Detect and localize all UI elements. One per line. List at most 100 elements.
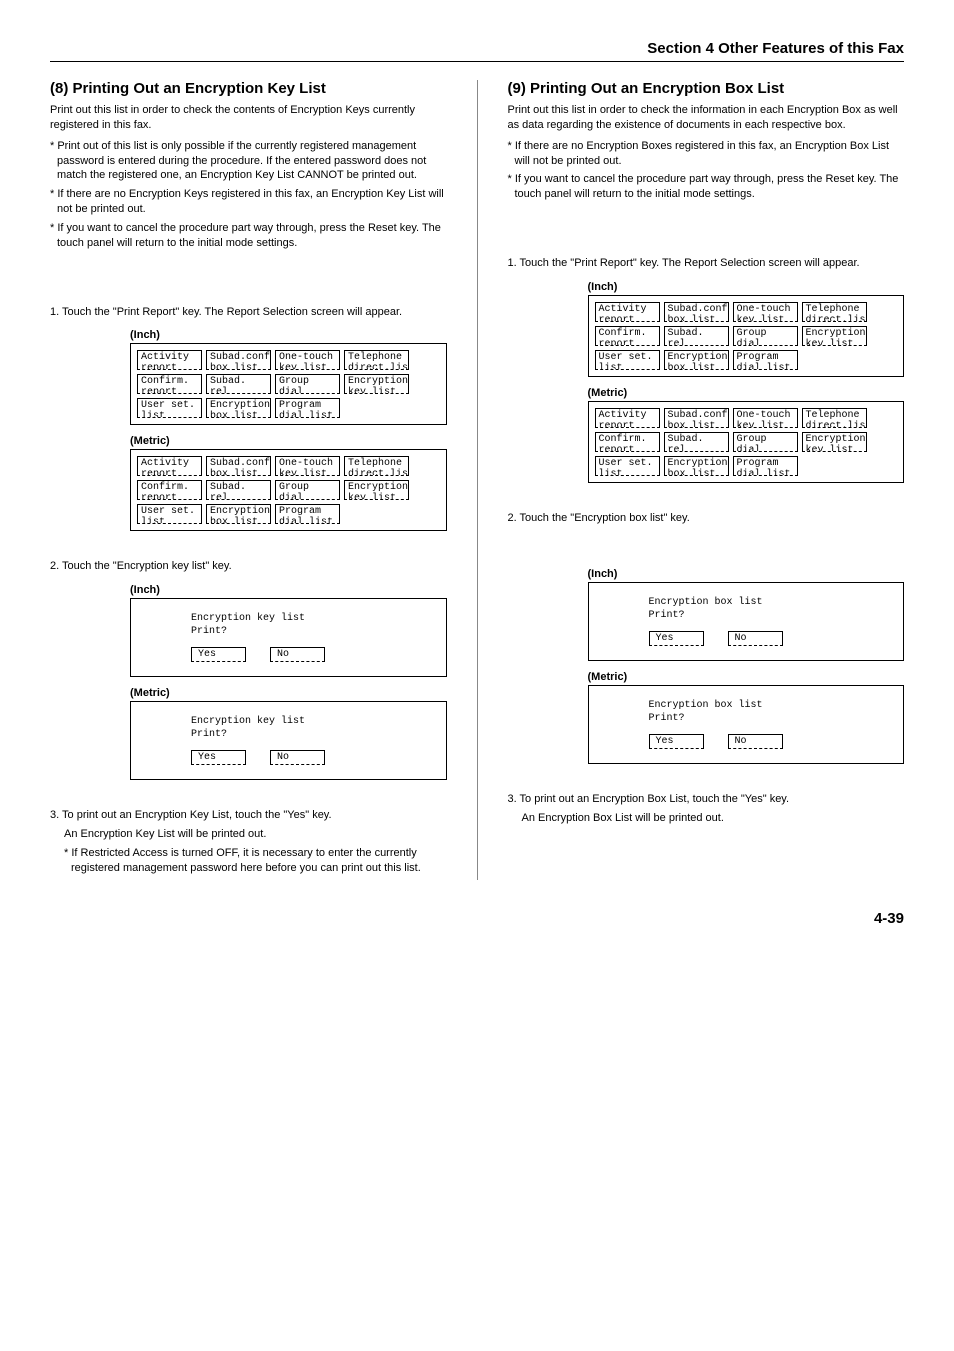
panel-btn[interactable]: One-touch key list <box>275 456 340 476</box>
right-inch-label-1: (Inch) <box>588 281 905 293</box>
left-step-2: 2. Touch the "Encryption key list" key. <box>50 559 447 574</box>
panel-btn[interactable]: Subad.conf box list <box>206 456 271 476</box>
panel-btn[interactable]: Encryption box list <box>664 350 729 370</box>
panel-btn[interactable]: Program dial list <box>275 504 340 524</box>
panel-btn[interactable]: Activity report <box>595 302 660 322</box>
right-note-2: * If you want to cancel the procedure pa… <box>508 172 905 202</box>
left-step-3: 3. To print out an Encryption Key List, … <box>50 808 447 823</box>
panel-btn[interactable]: Confirm. report <box>595 326 660 346</box>
right-confirm-panel-inch: Encryption box list Print? Yes No <box>588 582 905 661</box>
panel-btn[interactable]: Program dial list <box>275 398 340 418</box>
no-button[interactable]: No <box>728 734 783 749</box>
right-intro: Print out this list in order to check th… <box>508 103 905 133</box>
left-note-2: * If there are no Encryption Keys regist… <box>50 187 447 217</box>
left-step-3b: An Encryption Key List will be printed o… <box>50 827 447 842</box>
confirm-line1: Encryption box list <box>649 597 844 608</box>
panel-btn[interactable]: Subad. rel box list <box>664 432 729 452</box>
panel-btn[interactable]: Group dial List <box>275 480 340 500</box>
panel-btn[interactable]: Activity report <box>137 456 202 476</box>
panel-btn[interactable]: Program dial list <box>733 456 798 476</box>
right-metric-label-1: (Metric) <box>588 387 905 399</box>
confirm-line2: Print? <box>191 626 386 637</box>
panel-btn[interactable]: Subad.conf box list <box>664 408 729 428</box>
panel-btn[interactable]: Encryption box list <box>206 504 271 524</box>
right-step-3b: An Encryption Box List will be printed o… <box>508 811 905 826</box>
panel-btn[interactable]: Telephone direct.list <box>344 350 409 370</box>
left-step-1: 1. Touch the "Print Report" key. The Rep… <box>50 305 447 320</box>
yes-button[interactable]: Yes <box>191 647 246 662</box>
left-inch-label-2: (Inch) <box>130 584 447 596</box>
left-confirm-panel-inch: Encryption key list Print? Yes No <box>130 598 447 677</box>
confirm-line1: Encryption key list <box>191 716 386 727</box>
panel-btn[interactable]: Group dial List <box>733 326 798 346</box>
panel-btn[interactable]: User set. list <box>137 398 202 418</box>
panel-btn[interactable]: Encryption key list <box>344 480 409 500</box>
right-step-3: 3. To print out an Encryption Box List, … <box>508 792 905 807</box>
panel-btn[interactable]: Subad. rel box list <box>206 374 271 394</box>
yes-button[interactable]: Yes <box>191 750 246 765</box>
panel-btn[interactable]: One-touch key list <box>733 408 798 428</box>
confirm-line1: Encryption key list <box>191 613 386 624</box>
no-button[interactable]: No <box>270 647 325 662</box>
right-note-1: * If there are no Encryption Boxes regis… <box>508 139 905 169</box>
panel-btn[interactable]: Activity report <box>137 350 202 370</box>
panel-btn[interactable]: Activity report <box>595 408 660 428</box>
panel-btn[interactable]: Confirm. report <box>137 480 202 500</box>
no-button[interactable]: No <box>728 631 783 646</box>
panel-btn[interactable]: Subad.conf box list <box>206 350 271 370</box>
left-report-panel-metric: Activity report Subad.conf box list One-… <box>130 449 447 531</box>
left-confirm-panel-metric: Encryption key list Print? Yes No <box>130 701 447 780</box>
confirm-line2: Print? <box>191 729 386 740</box>
panel-btn[interactable]: User set. list <box>137 504 202 524</box>
column-divider <box>477 80 478 880</box>
two-column-layout: (8) Printing Out an Encryption Key List … <box>50 80 904 880</box>
panel-btn[interactable]: Subad.conf box list <box>664 302 729 322</box>
panel-btn[interactable]: Confirm. report <box>137 374 202 394</box>
panel-btn[interactable]: Telephone direct.list <box>344 456 409 476</box>
yes-button[interactable]: Yes <box>649 631 704 646</box>
right-section-title: (9) Printing Out an Encryption Box List <box>508 80 905 97</box>
left-column: (8) Printing Out an Encryption Key List … <box>50 80 447 880</box>
left-section-title: (8) Printing Out an Encryption Key List <box>50 80 447 97</box>
right-step-2: 2. Touch the "Encryption box list" key. <box>508 511 905 526</box>
confirm-line2: Print? <box>649 610 844 621</box>
left-metric-label-1: (Metric) <box>130 435 447 447</box>
right-report-panel-metric: Activity report Subad.conf box list One-… <box>588 401 905 483</box>
panel-btn[interactable]: Encryption box list <box>206 398 271 418</box>
panel-btn[interactable]: Telephone direct.list <box>802 408 867 428</box>
confirm-line1: Encryption box list <box>649 700 844 711</box>
no-button[interactable]: No <box>270 750 325 765</box>
panel-btn[interactable]: User set. list <box>595 456 660 476</box>
panel-btn[interactable]: User set. list <box>595 350 660 370</box>
panel-btn[interactable]: Telephone direct.list <box>802 302 867 322</box>
left-metric-label-2: (Metric) <box>130 687 447 699</box>
right-metric-label-2: (Metric) <box>588 671 905 683</box>
page-header: Section 4 Other Features of this Fax <box>50 40 904 62</box>
right-report-panel-inch: Activity report Subad.conf box list One-… <box>588 295 905 377</box>
panel-btn[interactable]: One-touch key list <box>275 350 340 370</box>
left-inch-label-1: (Inch) <box>130 329 447 341</box>
panel-btn[interactable]: Subad. rel box list <box>206 480 271 500</box>
left-intro: Print out this list in order to check th… <box>50 103 447 133</box>
panel-btn[interactable]: Encryption key list <box>802 326 867 346</box>
yes-button[interactable]: Yes <box>649 734 704 749</box>
page-number: 4-39 <box>50 910 904 927</box>
panel-btn[interactable]: Program dial list <box>733 350 798 370</box>
left-report-panel-inch: Activity report Subad.conf box list One-… <box>130 343 447 425</box>
right-step-1: 1. Touch the "Print Report" key. The Rep… <box>508 256 905 271</box>
left-note-1: * Print out of this list is only possibl… <box>50 139 447 184</box>
panel-btn[interactable]: Group dial List <box>733 432 798 452</box>
right-inch-label-2: (Inch) <box>588 568 905 580</box>
panel-btn[interactable]: Group dial List <box>275 374 340 394</box>
confirm-line2: Print? <box>649 713 844 724</box>
right-column: (9) Printing Out an Encryption Box List … <box>508 80 905 880</box>
left-note-3: * If you want to cancel the procedure pa… <box>50 221 447 251</box>
right-confirm-panel-metric: Encryption box list Print? Yes No <box>588 685 905 764</box>
panel-btn[interactable]: One-touch key list <box>733 302 798 322</box>
panel-btn[interactable]: Encryption key list <box>344 374 409 394</box>
panel-btn[interactable]: Encryption box list <box>664 456 729 476</box>
panel-btn[interactable]: Subad. rel box list <box>664 326 729 346</box>
left-step-3-note: * If Restricted Access is turned OFF, it… <box>50 846 447 876</box>
panel-btn[interactable]: Confirm. report <box>595 432 660 452</box>
panel-btn[interactable]: Encryption key list <box>802 432 867 452</box>
